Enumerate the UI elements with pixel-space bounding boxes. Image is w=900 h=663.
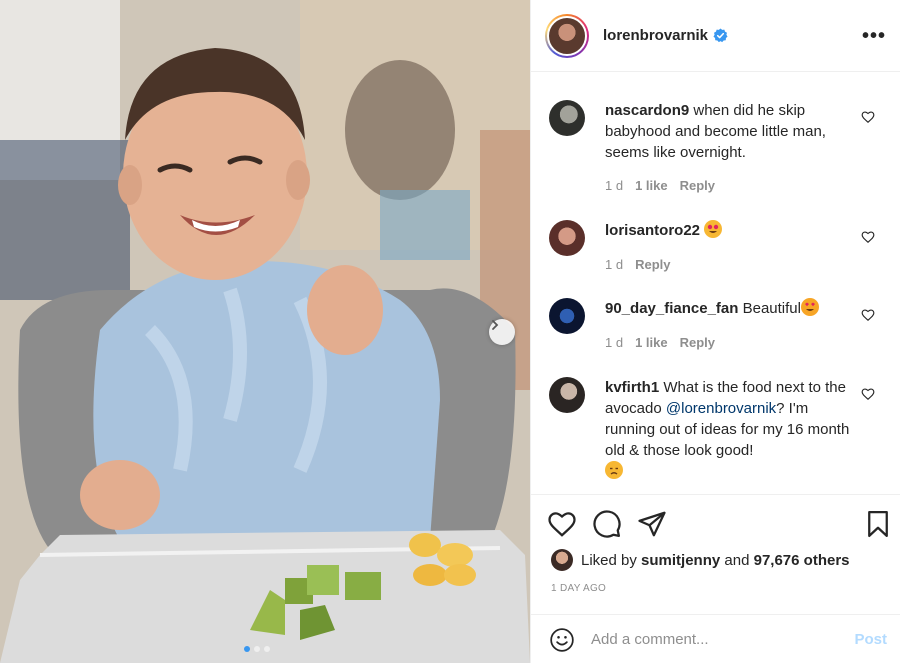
post-side-panel: lorenbrovarnik ••• nascardon9 when did h… [530, 0, 900, 663]
comment-username[interactable]: lorisantoro22 [605, 222, 700, 239]
likes-connector: and [724, 551, 750, 569]
comment-like-icon[interactable] [861, 308, 875, 322]
save-bookmark-icon[interactable] [863, 509, 893, 539]
post-photo[interactable] [0, 0, 530, 663]
post-actions-section: Liked by sumitjenny and 97,676 others 1 … [531, 494, 900, 663]
commenter-avatar[interactable] [549, 377, 585, 413]
comment-meta: 1 d 1 like Reply [605, 178, 715, 193]
like-heart-icon[interactable] [547, 509, 577, 539]
likes-prefix: Liked by [581, 551, 637, 569]
comment-reply-button[interactable]: Reply [680, 335, 715, 350]
photo-illustration [0, 0, 530, 663]
heart-eyes-emoji-icon [800, 298, 819, 316]
carousel-dot [254, 646, 260, 652]
comment-like-icon[interactable] [861, 387, 875, 401]
comment-mention-link[interactable]: @lorenbrovarnik [666, 400, 776, 417]
author-avatar[interactable] [545, 13, 589, 58]
sad-face-emoji-icon [605, 461, 623, 479]
carousel-dot [264, 646, 270, 652]
action-icons-row [547, 509, 893, 539]
star-struck-emoji-icon [704, 220, 723, 238]
comment-time: 1 d [605, 335, 624, 350]
commenter-avatar[interactable] [549, 298, 585, 334]
comment-username[interactable]: nascardon9 [605, 102, 689, 119]
chevron-right-icon [492, 320, 499, 330]
liker-username[interactable]: sumitjenny [641, 552, 720, 569]
comment-body: nascardon9 when did he skip babyhood and… [605, 100, 855, 163]
comment-time: 1 d [605, 257, 624, 272]
comment-likes[interactable]: 1 like [635, 178, 668, 193]
post-header: lorenbrovarnik ••• [531, 0, 900, 72]
comment-username[interactable]: 90_day_fiance_fan [605, 300, 738, 317]
next-image-button[interactable] [489, 319, 515, 345]
comment-meta: 1 d Reply [605, 257, 670, 272]
liker-avatar[interactable] [551, 549, 573, 571]
comment-text: Beautiful [742, 300, 801, 317]
comment-body: kvfirth1 What is the food next to the av… [605, 377, 855, 482]
share-paper-plane-icon[interactable] [637, 509, 667, 539]
likes-summary: Liked by sumitjenny and 97,676 others [551, 549, 850, 571]
carousel-indicator [244, 646, 270, 652]
author-username[interactable]: lorenbrovarnik [603, 27, 708, 44]
emoji-smiley-icon[interactable] [549, 627, 575, 653]
commenter-avatar[interactable] [549, 100, 585, 136]
comment-bubble-icon[interactable] [592, 509, 622, 539]
comment-time: 1 d [605, 178, 624, 193]
add-comment-bar: Post [531, 614, 900, 663]
likes-count[interactable]: 97,676 others [754, 552, 850, 569]
add-comment-input[interactable] [591, 631, 855, 648]
commenter-avatar[interactable] [549, 220, 585, 256]
comment-like-icon[interactable] [861, 230, 875, 244]
verified-badge-icon [713, 28, 728, 43]
carousel-dot-active [244, 646, 250, 652]
more-options-button[interactable]: ••• [862, 26, 886, 46]
comment-like-icon[interactable] [861, 110, 875, 124]
post-comment-button[interactable]: Post [854, 631, 887, 648]
comment-body: 90_day_fiance_fan Beautiful [605, 298, 855, 319]
comments-list: nascardon9 when did he skip babyhood and… [531, 72, 900, 494]
comment-body: lorisantoro22 [605, 220, 855, 241]
comment-meta: 1 d 1 like Reply [605, 335, 715, 350]
comment-username[interactable]: kvfirth1 [605, 379, 659, 396]
post-timestamp[interactable]: 1 DAY AGO [551, 583, 606, 594]
comment-reply-button[interactable]: Reply [635, 257, 670, 272]
comment-likes[interactable]: 1 like [635, 335, 668, 350]
comment-reply-button[interactable]: Reply [680, 178, 715, 193]
